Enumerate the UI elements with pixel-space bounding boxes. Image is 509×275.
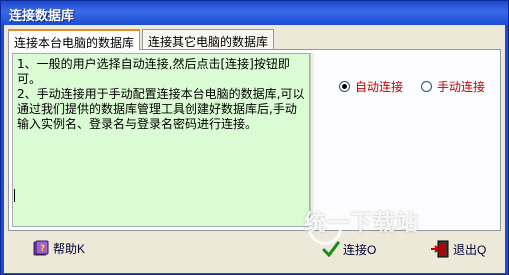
watermark-text: 统一下载站 xyxy=(304,211,420,236)
connect-button-label: 连接O xyxy=(343,242,377,257)
connect-button[interactable]: 连接O xyxy=(322,240,376,258)
radio-auto-label: 自动连接 xyxy=(355,80,404,94)
text-caret xyxy=(14,189,15,202)
radio-auto-connect[interactable]: 自动连接 xyxy=(339,78,403,95)
help-button[interactable]: ? 帮助K xyxy=(32,239,85,257)
exit-door-icon xyxy=(431,240,449,258)
checkmark-icon xyxy=(322,241,340,258)
help-book-icon: ? xyxy=(33,240,49,256)
radio-manual-connect[interactable]: 手动连接 xyxy=(421,78,485,95)
radio-manual-label: 手动连接 xyxy=(437,80,486,94)
tab-remote-database[interactable]: 连接其它电脑的数据库 xyxy=(142,29,275,49)
instructions-memo[interactable]: 1、一般的用户选择自动连接,然后点击[连接]按钮即可。 2、手动连接用于手动配置… xyxy=(12,53,310,227)
tab-strip: 连接本台电脑的数据库 连接其它电脑的数据库 xyxy=(8,29,275,50)
exit-button-label: 退出Q xyxy=(453,242,487,257)
radio-indicator-manual[interactable] xyxy=(421,81,433,92)
connection-mode-group: 自动连接 手动连接 xyxy=(339,78,485,95)
exit-button[interactable]: 退出Q xyxy=(430,240,486,258)
dialog-client: 连接本台电脑的数据库 连接其它电脑的数据库 1、一般的用户选择自动连接,然后点击… xyxy=(4,25,505,273)
svg-text:?: ? xyxy=(40,244,45,254)
radio-indicator-auto[interactable] xyxy=(339,81,350,92)
tab-local-database[interactable]: 连接本台电脑的数据库 xyxy=(8,29,141,50)
window-title: 连接数据库 xyxy=(9,9,75,24)
tab-panel: 1、一般的用户选择自动连接,然后点击[连接]按钮即可。 2、手动连接用于手动配置… xyxy=(8,49,501,231)
help-button-label: 帮助K xyxy=(53,241,86,256)
memo-scrollbar[interactable] xyxy=(310,53,314,227)
dialog-window: 连接数据库 连接本台电脑的数据库 连接其它电脑的数据库 1、一般的用户选择自动连… xyxy=(0,0,509,275)
